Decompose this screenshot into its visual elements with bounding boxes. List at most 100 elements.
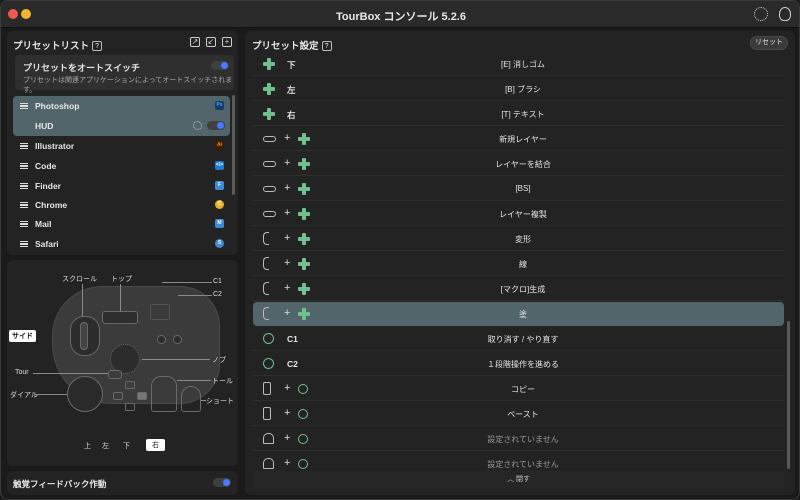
tall-button[interactable]: [151, 376, 177, 412]
mapping-row[interactable]: + [マクロ]生成: [253, 277, 784, 301]
top-button[interactable]: [102, 311, 138, 324]
scroll-button-icon: [263, 282, 269, 295]
c1-button[interactable]: [157, 335, 166, 344]
app-item-finder[interactable]: Finder F: [13, 176, 230, 196]
auto-switch-toggle[interactable]: [211, 61, 229, 70]
label-scroll: スクロール: [62, 276, 97, 283]
preset-scrollbar[interactable]: [232, 95, 235, 195]
dpad-icon: [263, 58, 275, 70]
mapping-row[interactable]: C2 １段階操作を進める: [253, 352, 784, 376]
row-key: 右: [287, 110, 296, 120]
scroll-wheel-grip: [80, 322, 88, 350]
label-knob: ノブ: [212, 357, 226, 364]
plus-icon: +: [284, 457, 291, 469]
short-button-icon: [263, 458, 274, 469]
app-item-mail[interactable]: Mail M: [13, 214, 230, 234]
app-item-safari[interactable]: Safari S: [13, 234, 230, 254]
mapping-row[interactable]: 右 [T] テキスト: [253, 102, 784, 126]
plus-icon: +: [284, 182, 291, 194]
drag-handle-icon[interactable]: [20, 103, 28, 109]
mapping-row[interactable]: + 設定されていません: [253, 427, 784, 451]
drag-handle-icon[interactable]: [20, 221, 28, 227]
app-item-code[interactable]: Code </>: [13, 156, 230, 176]
lightbulb-icon[interactable]: [779, 7, 791, 21]
drag-handle-icon[interactable]: [20, 163, 28, 169]
mapping-row[interactable]: C1 取り消す / やり直す: [253, 327, 784, 351]
mapping-row[interactable]: 左 [B] ブラシ: [253, 77, 784, 101]
row-action: 変形: [515, 235, 531, 244]
dpad-up[interactable]: [125, 381, 135, 389]
leader-line: [120, 284, 121, 311]
app-item-hud[interactable]: HUD: [13, 116, 230, 136]
mapping-row-selected[interactable]: + 塗: [253, 302, 784, 326]
row-action: [B] ブラシ: [505, 85, 541, 94]
dpad-left[interactable]: [113, 392, 123, 400]
c-button-icon: [298, 384, 308, 394]
dpad-right[interactable]: [137, 392, 147, 400]
mapping-row[interactable]: + レイヤー複製: [253, 202, 784, 226]
mapping-row[interactable]: + コピー: [253, 377, 784, 401]
row-action: 取り消す / やり直す: [487, 335, 559, 344]
gear-icon[interactable]: [193, 121, 202, 130]
add-preset-icon[interactable]: +: [222, 37, 232, 47]
mapping-row[interactable]: + 新規レイヤー: [253, 127, 784, 151]
app-name: Chrome: [35, 200, 68, 210]
label-right: 右: [146, 439, 165, 451]
dpad-down[interactable]: [125, 403, 135, 411]
reset-button[interactable]: リセット: [750, 36, 788, 50]
app-name: Illustrator: [35, 141, 75, 151]
plus-icon: +: [284, 407, 291, 419]
export-icon[interactable]: ↗: [190, 37, 200, 47]
plus-icon: +: [284, 282, 291, 294]
mapping-row[interactable]: + 変形: [253, 227, 784, 251]
vscode-icon: </>: [215, 161, 224, 170]
app-item-chrome[interactable]: Chrome C: [13, 195, 230, 215]
label-down: 下: [123, 443, 130, 450]
side-button-icon: [263, 211, 276, 217]
dpad-icon: [298, 233, 310, 245]
collapse-button[interactable]: ︿ 閉す: [253, 471, 784, 489]
haptic-label: 触覚フィードバック作動: [13, 479, 107, 489]
app-item-photoshop[interactable]: Photoshop Ps: [13, 96, 230, 116]
short-button[interactable]: [181, 386, 201, 412]
haptic-toggle[interactable]: [213, 478, 231, 487]
drag-handle-icon[interactable]: [20, 183, 28, 189]
mapping-row[interactable]: + レイヤーを結合: [253, 152, 784, 176]
leader-line: [177, 380, 211, 381]
c2-button[interactable]: [173, 335, 182, 344]
app-name: Photoshop: [35, 101, 80, 111]
c-button-icon: [298, 409, 308, 419]
leader-line: [35, 394, 67, 395]
help-icon[interactable]: ?: [321, 41, 332, 52]
mapping-row[interactable]: + 線: [253, 252, 784, 276]
plus-icon: +: [284, 307, 291, 319]
row-action: 設定されていません: [487, 435, 559, 444]
c-button-icon: [298, 459, 308, 469]
label-c2: C2: [213, 291, 222, 298]
row-action: 塗: [519, 310, 527, 319]
settings-scrollbar[interactable]: [787, 321, 790, 469]
mapping-row[interactable]: + ペースト: [253, 402, 784, 426]
drag-handle-icon[interactable]: [20, 202, 28, 208]
label-c1: C1: [213, 278, 222, 285]
app-name: HUD: [35, 121, 54, 131]
window-title: TourBox コンソール 5.2.6: [336, 11, 466, 23]
dial-control[interactable]: [67, 376, 103, 412]
drag-handle-icon[interactable]: [20, 143, 28, 149]
mapping-row[interactable]: 下 [E] 消しゴム: [253, 52, 784, 76]
import-icon[interactable]: ↙: [206, 37, 216, 47]
hud-toggle[interactable]: [207, 121, 225, 130]
dpad-icon: [298, 308, 310, 320]
row-action: 線: [519, 260, 527, 269]
leader-line: [178, 295, 212, 296]
mapping-row[interactable]: + [BS]: [253, 177, 784, 201]
gear-icon[interactable]: [754, 7, 768, 21]
tour-button[interactable]: [108, 370, 122, 379]
haptic-panel: 触覚フィードバック作動: [7, 471, 238, 495]
help-icon[interactable]: ?: [92, 41, 103, 52]
side-button-icon: [263, 136, 276, 142]
app-item-illustrator[interactable]: Illustrator Ai: [13, 136, 230, 156]
preset-list-header: プリセットリスト?: [13, 38, 103, 52]
drag-handle-icon[interactable]: [20, 241, 28, 247]
short-button-icon: [263, 433, 274, 444]
